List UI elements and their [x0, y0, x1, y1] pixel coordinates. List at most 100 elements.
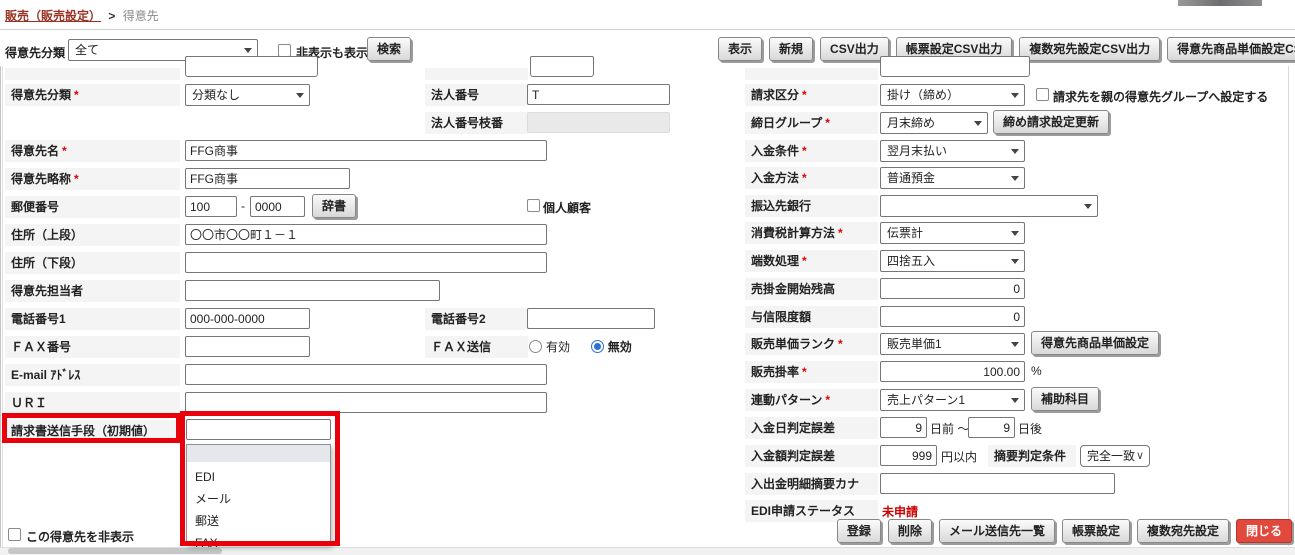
payment-date-tolerance-after-input[interactable] [968, 417, 1015, 438]
customer-name-input[interactable] [185, 140, 547, 161]
cutoff-label-left [5, 68, 180, 80]
cutoff-input-left[interactable] [185, 56, 318, 77]
payment-date-tolerance-label: 入金日判定誤差 [745, 417, 878, 439]
customer-item-price-settings-button[interactable]: 得意先商品単価設定 [1031, 331, 1159, 355]
header-divider [0, 29, 1295, 30]
left-frame-border [0, 66, 1, 547]
fax-send-disabled-label: 無効 [608, 340, 632, 354]
customer-category-label: 得意先分類* [5, 84, 180, 106]
fax-send-enabled-radio[interactable] [529, 340, 542, 353]
fax-send-disabled-radio[interactable] [591, 340, 604, 353]
cutoff-input-middle[interactable] [530, 56, 594, 77]
bank-select[interactable] [880, 195, 1098, 217]
payment-amount-tolerance-label: 入金額判定誤差 [745, 445, 878, 467]
corporate-number-label: 法人番号 [425, 84, 528, 106]
email-label: E-mail ｱﾄﾞﾚｽ [5, 364, 180, 386]
bank-label: 振込先銀行 [745, 195, 878, 217]
multi-recipient-settings-button[interactable]: 複数宛先設定 [1137, 519, 1229, 543]
dropdown-option-fax[interactable]: FAX [187, 532, 330, 554]
price-rank-label: 販売単価ランク* [745, 333, 878, 355]
phone1-input[interactable] [185, 308, 310, 329]
receivable-opening-label: 売掛金開始残高 [745, 278, 878, 300]
closing-group-select[interactable]: 月末締め [880, 112, 988, 134]
mail-recipient-list-button[interactable]: メール送信先一覧 [939, 519, 1055, 543]
register-button[interactable]: 登録 [837, 519, 881, 543]
sales-rate-label: 販売掛率* [745, 361, 878, 383]
parent-group-checkbox[interactable] [1036, 88, 1049, 101]
statement-kana-input[interactable] [880, 473, 1115, 494]
payment-amount-tolerance-unit: 円以内 [941, 448, 977, 465]
payment-terms-select[interactable]: 翌月末払い [880, 140, 1025, 162]
payment-amount-tolerance-input[interactable] [880, 445, 937, 466]
hide-customer-checkbox[interactable] [8, 528, 21, 541]
dropdown-option-post[interactable]: 郵送 [187, 510, 330, 532]
required-mark: * [74, 172, 79, 186]
address-lower-input[interactable] [185, 252, 547, 273]
customer-category-select[interactable]: 分類なし [185, 84, 310, 106]
summary-condition-select[interactable]: 完全一致 ∨ [1080, 445, 1150, 467]
new-button[interactable]: 新規 [769, 37, 813, 61]
dropdown-option-mail[interactable]: メール [187, 488, 330, 510]
address-upper-input[interactable] [185, 224, 547, 245]
customer-short-name-input[interactable] [185, 168, 350, 189]
corporate-number-branch-input [527, 112, 670, 133]
report-settings-button[interactable]: 帳票設定 [1062, 519, 1130, 543]
close-button[interactable]: 閉じる [1236, 519, 1292, 543]
phone2-input[interactable] [527, 308, 655, 329]
required-mark: * [802, 254, 807, 268]
customer-item-price-settings-csv-export-button[interactable]: 得意先商品単価設定CSV出力 [1167, 37, 1295, 61]
required-mark: * [838, 337, 843, 351]
address-upper-label: 住所（上段） [5, 224, 180, 246]
cutoff-label-right [745, 68, 878, 80]
display-button[interactable]: 表示 [718, 37, 762, 61]
breadcrumb-separator: > [108, 9, 115, 23]
breadcrumb-current: 得意先 [123, 9, 159, 23]
rounding-select[interactable]: 四捨五入 [880, 250, 1025, 272]
email-input[interactable] [185, 364, 547, 385]
dropdown-option-edi[interactable]: EDI [187, 466, 330, 488]
payment-date-tolerance-before-input[interactable] [880, 417, 927, 438]
search-button[interactable]: 検索 [367, 37, 411, 61]
receivable-opening-input[interactable] [880, 278, 1025, 299]
payment-method-select[interactable]: 普通預金 [880, 167, 1025, 189]
customer-name-label: 得意先名* [5, 140, 180, 162]
closing-group-label: 締日グループ* [745, 112, 878, 134]
tax-calc-select[interactable]: 伝票計 [880, 222, 1025, 244]
payment-date-tolerance-before-unit: 日前 ～ [930, 420, 969, 437]
individual-customer-checkbox[interactable] [527, 199, 540, 212]
contact-person-input[interactable] [185, 280, 440, 301]
fax-number-input[interactable] [185, 336, 310, 357]
delete-button[interactable]: 削除 [888, 519, 932, 543]
postal-code-input-2[interactable] [250, 196, 305, 217]
billing-type-select[interactable]: 掛け（締め） [880, 84, 1025, 106]
corporate-number-branch-label: 法人番号枝番 [425, 112, 528, 134]
closing-billing-update-button[interactable]: 締め請求設定更新 [993, 110, 1109, 134]
dropdown-option-blank[interactable] [187, 445, 330, 462]
credit-limit-input[interactable] [880, 306, 1025, 327]
breadcrumb-link-sales[interactable]: 販売（販売設定） [5, 9, 101, 23]
dictionary-button[interactable]: 辞書 [312, 194, 356, 218]
fax-send-label: ＦＡＸ送信 [425, 336, 528, 358]
payment-date-tolerance-after-unit: 日後 [1018, 420, 1042, 437]
sales-rate-input[interactable] [880, 361, 1025, 382]
link-pattern-select[interactable]: 売上パターン1 [880, 389, 1025, 411]
sales-rate-unit: % [1031, 364, 1042, 378]
tax-calc-label: 消費税計算方法* [745, 222, 878, 244]
auxiliary-account-button[interactable]: 補助科目 [1031, 387, 1099, 411]
cutoff-input-right[interactable] [880, 56, 1030, 77]
address-lower-label: 住所（下段） [5, 252, 180, 274]
invoice-send-method-input[interactable] [186, 419, 331, 440]
uri-input[interactable] [185, 392, 547, 413]
fax-number-label: ＦＡＸ番号 [5, 336, 180, 358]
window-edge-strip [1178, 0, 1262, 6]
csv-export-button[interactable]: CSV出力 [820, 37, 889, 61]
postal-code-input-1[interactable] [185, 196, 237, 217]
price-rank-select[interactable]: 販売単価1 [880, 333, 1025, 355]
corporate-number-input[interactable] [527, 84, 670, 105]
multi-recipient-settings-csv-export-button[interactable]: 複数宛先設定CSV出力 [1019, 37, 1160, 61]
required-mark: * [838, 226, 843, 240]
rounding-label: 端数処理* [745, 250, 878, 272]
invoice-send-method-label: 請求書送信手段（初期値） [5, 420, 180, 442]
individual-customer-label: 個人顧客 [543, 199, 591, 216]
postal-code-label: 郵便番号 [5, 196, 180, 218]
